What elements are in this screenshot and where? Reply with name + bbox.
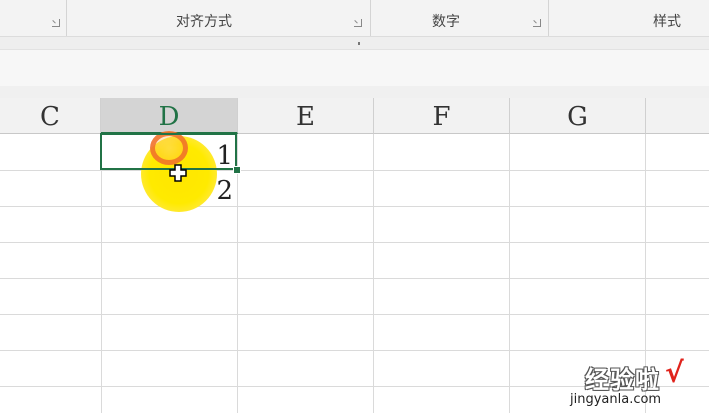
dialog-launcher-icon[interactable] xyxy=(52,19,60,27)
column-header-h[interactable] xyxy=(646,98,709,134)
grid-line xyxy=(237,134,238,413)
column-header-c[interactable]: C xyxy=(0,98,101,134)
grid-line xyxy=(509,134,510,413)
ribbon-separator xyxy=(66,0,67,36)
grid-line xyxy=(101,134,102,413)
grid-line xyxy=(373,134,374,413)
ribbon-separator xyxy=(370,0,371,36)
ribbon-bottom-band xyxy=(0,37,709,49)
column-header-g[interactable]: G xyxy=(510,98,646,134)
formula-bar[interactable] xyxy=(0,49,709,87)
group-label-number: 数字 xyxy=(432,14,460,30)
grid-line xyxy=(0,350,709,351)
grid-line xyxy=(0,206,709,207)
column-header-e[interactable]: E xyxy=(238,98,374,134)
sheet-top-gap xyxy=(0,86,709,98)
watermark-brand: 经验啦 xyxy=(585,366,660,394)
column-header-f[interactable]: F xyxy=(374,98,510,134)
grid-line xyxy=(0,242,709,243)
number-launcher-icon[interactable] xyxy=(533,19,541,27)
group-label-alignment: 对齐方式 xyxy=(176,14,232,30)
ribbon-separator xyxy=(548,0,549,36)
group-label-styles: 样式 xyxy=(653,14,681,30)
grid-line xyxy=(0,278,709,279)
watermark-url: jingyanla.com xyxy=(570,392,662,407)
alignment-launcher-icon[interactable] xyxy=(354,19,362,27)
column-header-d[interactable]: D xyxy=(101,98,238,134)
crosshair-plus-icon xyxy=(169,164,187,182)
watermark-check-icon: √ xyxy=(665,356,684,389)
fill-handle[interactable] xyxy=(233,166,241,174)
grid-line xyxy=(0,314,709,315)
ribbon-group-bar: 对齐方式 数字 样式 xyxy=(0,0,709,37)
splitter-dot xyxy=(358,42,360,45)
